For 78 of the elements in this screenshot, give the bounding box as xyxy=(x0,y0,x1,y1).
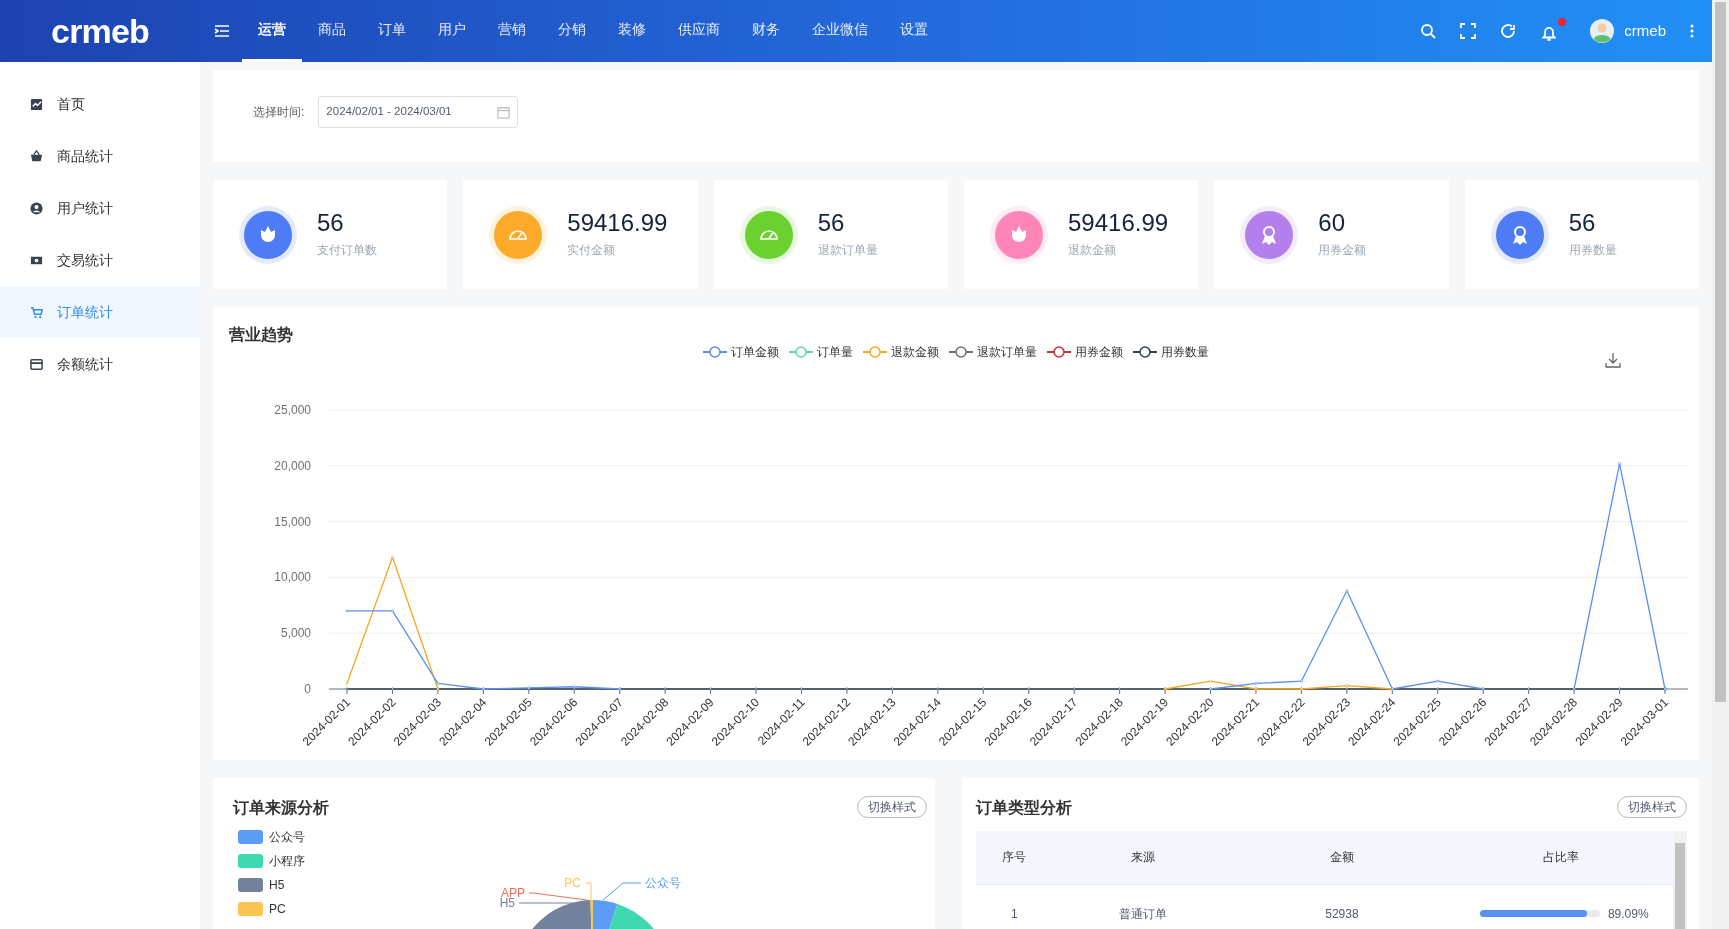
bell-icon xyxy=(1540,24,1559,42)
chart-icon xyxy=(30,97,43,111)
nav-tab[interactable]: 营销 xyxy=(482,0,542,62)
nav-tab[interactable]: 运营 xyxy=(242,0,302,62)
table-cell: 普通订单 xyxy=(1119,906,1168,921)
column-header: 金额 xyxy=(1233,831,1450,884)
legend-item[interactable]: 公众号 xyxy=(238,827,305,846)
stat-value: 56 xyxy=(317,210,345,235)
logo[interactable]: crmeb xyxy=(51,5,149,57)
fullscreen-icon[interactable] xyxy=(1460,23,1477,39)
stat-value: 56 xyxy=(817,210,846,235)
stat-label: 退款金额 xyxy=(1068,241,1117,259)
axis-label: 0 xyxy=(304,682,311,696)
legend-item[interactable]: 用券金额 xyxy=(1047,343,1123,361)
axis-label: 25,000 xyxy=(274,403,311,417)
axis-label: 10,000 xyxy=(274,570,311,585)
legend-item[interactable]: 订单量 xyxy=(789,343,853,361)
legend-item[interactable]: 退款订单量 xyxy=(949,343,1037,361)
download-icon[interactable] xyxy=(1605,352,1621,368)
nav-tab[interactable]: 财务 xyxy=(736,0,796,62)
axis-label: 20,000 xyxy=(274,458,311,473)
cart-icon xyxy=(30,305,43,319)
legend-item[interactable]: H5 xyxy=(238,875,305,894)
stat-value: 59416.99 xyxy=(1068,210,1169,235)
legend-item[interactable]: 订单金额 xyxy=(703,343,779,361)
stat-label: 用券金额 xyxy=(1318,241,1367,259)
table-cell: 52938 xyxy=(1325,906,1359,921)
pie-label: PC xyxy=(564,876,581,890)
column-header: 序号 xyxy=(976,831,1053,884)
nav-tab[interactable]: 企业微信 xyxy=(796,0,884,62)
table-cell: 1 xyxy=(1011,906,1018,921)
pie-label: 公众号 xyxy=(645,876,681,890)
chart-title: 营业趋势 xyxy=(229,325,293,345)
card-icon xyxy=(30,357,43,371)
sidebar-item[interactable]: 商品统计 xyxy=(0,130,200,182)
legend-item[interactable]: 退款金额 xyxy=(863,343,939,361)
nav-tab[interactable]: 供应商 xyxy=(662,0,736,62)
sidebar-item[interactable]: 余额统计 xyxy=(0,338,200,390)
card-title: 订单类型分析 xyxy=(976,798,1072,818)
column-header: 占比率 xyxy=(1449,831,1673,884)
card-title: 订单来源分析 xyxy=(233,798,329,818)
notification-button[interactable] xyxy=(1540,18,1567,44)
sidebar-item[interactable]: 首页 xyxy=(0,78,200,130)
more-icon[interactable] xyxy=(1690,24,1694,38)
nav-tab[interactable]: 用户 xyxy=(422,0,482,62)
page-scrollbar[interactable] xyxy=(1712,0,1729,929)
stat-label: 实付金额 xyxy=(567,241,617,259)
search-icon[interactable] xyxy=(1420,23,1437,39)
user-icon xyxy=(30,201,43,215)
axis-label: 15,000 xyxy=(274,514,311,529)
nav-tab[interactable]: 分销 xyxy=(542,0,602,62)
axis-label: 5,000 xyxy=(280,626,311,641)
avatar[interactable] xyxy=(1590,19,1615,43)
sidebar-item[interactable]: 交易统计 xyxy=(0,234,200,286)
stat-label: 退款订单量 xyxy=(817,241,878,259)
scrollbar[interactable] xyxy=(1673,831,1687,929)
basket-icon xyxy=(30,149,43,163)
nav-tab[interactable]: 商品 xyxy=(302,0,362,62)
stat-value: 60 xyxy=(1318,210,1347,235)
nav-tab[interactable]: 装修 xyxy=(602,0,662,62)
nav-tab[interactable]: 订单 xyxy=(362,0,422,62)
menu-icon[interactable] xyxy=(214,23,230,39)
nav-tab[interactable]: 设置 xyxy=(884,0,944,62)
stat-value: 56 xyxy=(1568,210,1597,235)
legend-item[interactable]: PC xyxy=(238,899,305,918)
legend-item[interactable]: 小程序 xyxy=(238,851,305,870)
filter-label: 选择时间: xyxy=(253,104,305,121)
table-cell-text: 89.09% xyxy=(1607,905,1649,923)
stat-value: 59416.99 xyxy=(567,210,668,235)
calendar-icon xyxy=(497,105,511,119)
refresh-icon[interactable] xyxy=(1500,23,1517,39)
date-range-field[interactable]: 2024/02/01 - 2024/03/01 xyxy=(318,96,519,128)
stat-label: 支付订单数 xyxy=(317,241,377,259)
legend-item[interactable]: 用券数量 xyxy=(1133,343,1209,361)
sidebar-item[interactable]: 用户统计 xyxy=(0,182,200,234)
stat-label: 用券数量 xyxy=(1568,241,1617,259)
column-header: 来源 xyxy=(1052,831,1234,884)
leader-line xyxy=(602,882,642,901)
